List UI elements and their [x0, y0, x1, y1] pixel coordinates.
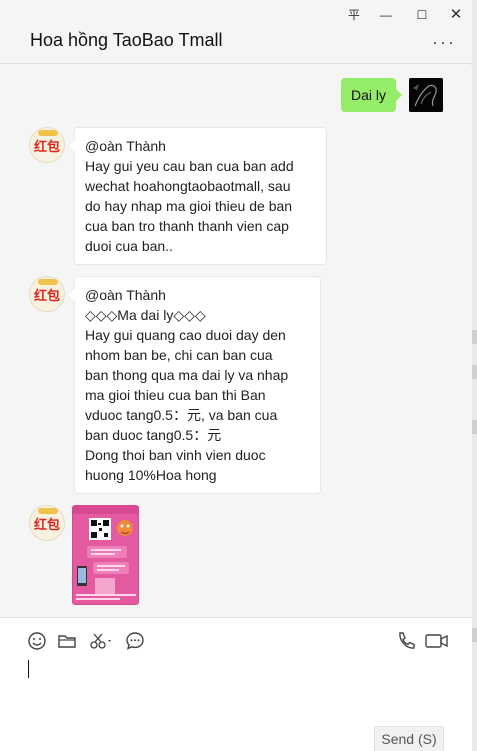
avatar-label: 红包: [34, 289, 61, 304]
message-line: ban thong qua ma dai ly va nhap: [85, 367, 289, 383]
incoming-message-bubble[interactable]: @oàn Thành ◇◇◇Ma dai ly◇◇◇ Hay gui quang…: [69, 276, 321, 494]
sender-avatar[interactable]: 红包: [29, 505, 65, 541]
background-fragment: [472, 365, 477, 379]
avatar-label: 红包: [34, 140, 61, 155]
message-list[interactable]: Dai ly 红包 @oàn Thành Hay gui yeu cau ban…: [0, 65, 472, 617]
image-message-thumbnail[interactable]: [72, 505, 139, 605]
message-line: cua ban tro thanh thanh vien cap: [85, 218, 289, 234]
send-button[interactable]: Send (S): [374, 726, 444, 751]
message-line: ◇◇◇Ma dai ly◇◇◇: [85, 307, 206, 323]
promo-poster-image: [73, 506, 138, 604]
message-line: ma gioi thieu cua ban thi Ban: [85, 387, 266, 403]
message-line: @oàn Thành: [85, 287, 166, 303]
self-avatar[interactable]: [409, 78, 443, 112]
text-cursor: [28, 660, 29, 678]
self-avatar-image: [409, 78, 443, 112]
message-line: wechat hoahongtaobaotmall, sau: [85, 178, 291, 194]
scissors-icon[interactable]: [88, 630, 116, 652]
background-window-edge: [472, 0, 477, 751]
avatar-label: 红包: [34, 518, 61, 533]
phone-icon[interactable]: [395, 630, 417, 652]
message-line: do hay nhap ma gioi thieu de ban: [85, 198, 293, 214]
message-line: duoi cua ban..: [85, 238, 173, 254]
background-fragment: [472, 330, 477, 344]
message-line: nhom ban be, chi can ban cua: [85, 347, 273, 363]
sender-avatar[interactable]: 红包: [29, 127, 65, 163]
minimize-button[interactable]: —: [374, 6, 398, 24]
background-fragment: [472, 628, 477, 642]
message-line: Dong thoi ban vinh vien duoc: [85, 447, 266, 463]
chat-window: Hoa hồng TaoBao Tmall 平 — ☐ ✕ ··· Dai ly…: [0, 0, 472, 751]
message-line: Hay gui quang cao duoi day den: [85, 327, 286, 343]
message-line: @oàn Thành: [85, 138, 166, 154]
chat-history-icon[interactable]: [124, 630, 146, 652]
message-line: Hay gui yeu cau ban cua ban add: [85, 158, 294, 174]
outgoing-message-bubble[interactable]: Dai ly: [340, 78, 403, 112]
emoji-icon[interactable]: [26, 630, 48, 652]
video-call-icon[interactable]: [424, 630, 450, 652]
outgoing-message-row: Dai ly: [0, 78, 472, 112]
message-line: huong 10%Hoa hong: [85, 467, 217, 483]
incoming-message-bubble[interactable]: @oàn Thành Hay gui yeu cau ban cua ban a…: [69, 127, 327, 265]
message-line: ban duoc tang0.5：元: [85, 427, 222, 443]
title-bar: Hoa hồng TaoBao Tmall 平 — ☐ ✕ ···: [0, 0, 472, 64]
message-line: vduoc tang0.5：元, va ban cua: [85, 407, 278, 423]
folder-icon[interactable]: [56, 630, 78, 652]
background-fragment: [472, 420, 477, 434]
more-options-icon[interactable]: ···: [432, 32, 456, 53]
chat-title: Hoa hồng TaoBao Tmall: [30, 30, 223, 50]
pin-button[interactable]: 平: [342, 6, 366, 24]
maximize-button[interactable]: ☐: [410, 6, 434, 24]
composer: Send (S): [0, 617, 472, 751]
sender-avatar[interactable]: 红包: [29, 276, 65, 312]
close-button[interactable]: ✕: [444, 6, 468, 24]
